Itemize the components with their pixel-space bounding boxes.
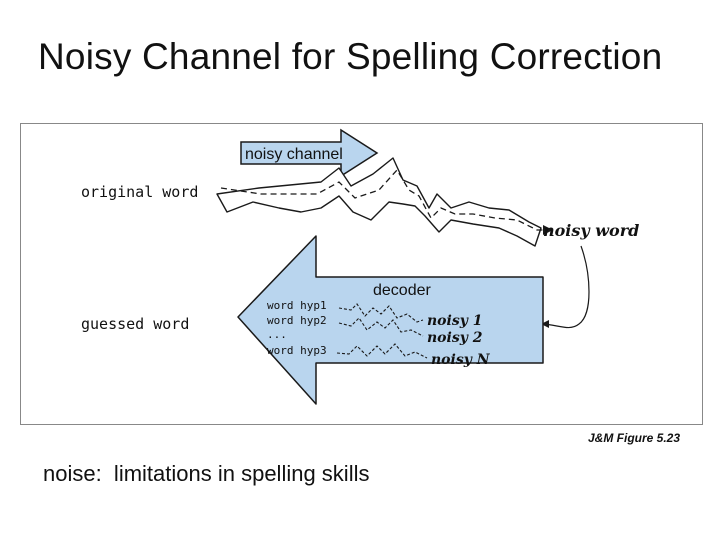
noisy-channel-label: noisy channel [245,146,343,163]
noisy-channel-diagram: noisy channel original word noisy word d… [20,123,703,425]
noisy-output-1: noisy 1 [427,313,482,329]
noisy-path-band [216,157,542,247]
noisy-word-label: noisy word [543,221,639,240]
noise-note: noise: limitations in spelling skills [43,461,370,486]
hypothesis-1: word hyp1 [267,299,327,312]
hypothesis-2: word hyp2 [267,314,327,327]
guessed-word-label: guessed word [81,315,189,333]
figure-caption: J&M Figure 5.23 [588,431,681,445]
decoder-label: decoder [373,282,431,299]
hypothesis-3: word hyp3 [267,344,327,357]
feedback-arrow [540,245,590,329]
original-word-label: original word [81,183,198,201]
slide-title: Noisy Channel for Spelling Correction [38,36,663,77]
noisy-output-2: noisy 2 [427,330,483,346]
noisy-output-n: noisy N [431,352,491,368]
hypothesis-ellipsis: ... [267,328,287,341]
